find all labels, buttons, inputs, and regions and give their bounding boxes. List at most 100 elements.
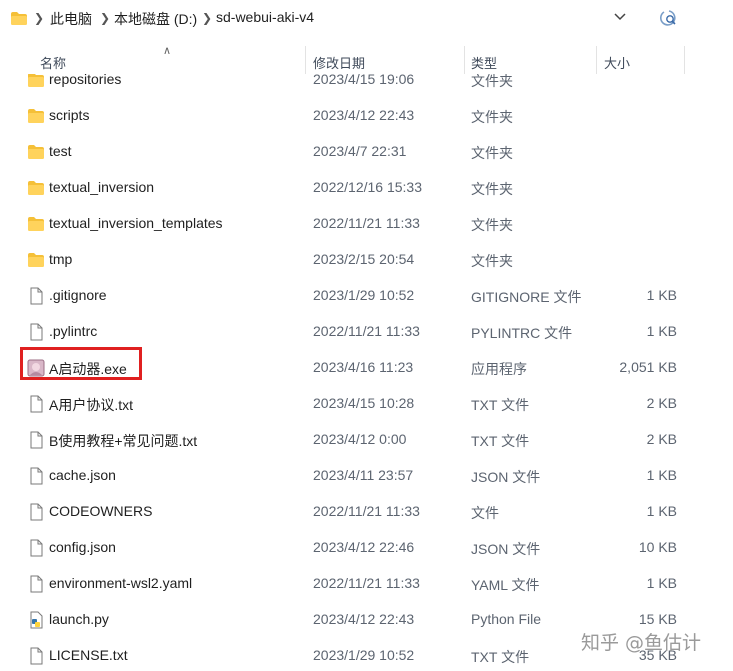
file-type: 文件夹 bbox=[471, 217, 513, 233]
file-row[interactable]: repositories 2023/4/15 19:06 文件夹 bbox=[0, 74, 733, 98]
address-bar[interactable]: ❯ 此电脑 ❯ 本地磁盘 (D:) ❯ sd-webui-aki-v4 bbox=[0, 0, 733, 38]
file-type: 文件夹 bbox=[471, 109, 513, 125]
file-icon bbox=[30, 467, 43, 485]
file-row[interactable]: A用户协议.txt 2023/4/15 10:28 TXT 文件 2 KB bbox=[0, 386, 733, 422]
file-size: 10 KB bbox=[638, 539, 677, 555]
column-divider[interactable] bbox=[684, 46, 685, 74]
breadcrumb-item-this-pc[interactable]: 此电脑 bbox=[50, 9, 92, 29]
column-header-type[interactable]: 类型 bbox=[471, 53, 497, 72]
file-size: 2 KB bbox=[646, 395, 677, 411]
file-row[interactable]: tmp 2023/2/15 20:54 文件夹 bbox=[0, 242, 733, 278]
file-type: TXT 文件 bbox=[471, 397, 530, 413]
file-type: 文件夹 bbox=[471, 181, 513, 197]
breadcrumb-item-drive-d[interactable]: 本地磁盘 (D:) bbox=[114, 9, 197, 29]
watermark: 知乎 @鱼估计 bbox=[581, 632, 702, 654]
folder-icon bbox=[28, 145, 44, 159]
file-type: TXT 文件 bbox=[471, 433, 530, 449]
file-type: Python File bbox=[471, 611, 542, 627]
file-icon bbox=[30, 539, 43, 557]
folder-icon bbox=[11, 12, 27, 25]
file-row[interactable]: scripts 2023/4/12 22:43 文件夹 bbox=[0, 98, 733, 134]
file-type: GITIGNORE 文件 bbox=[471, 289, 582, 305]
file-modified-date: 2023/4/12 0:00 bbox=[313, 431, 407, 447]
file-icon bbox=[30, 575, 43, 593]
file-modified-date: 2022/11/21 11:33 bbox=[313, 503, 420, 519]
file-modified-date: 2023/4/11 23:57 bbox=[313, 467, 414, 483]
file-name: textual_inversion bbox=[49, 179, 155, 195]
folder-icon bbox=[28, 181, 44, 195]
file-type: JSON 文件 bbox=[471, 541, 541, 557]
file-row[interactable]: cache.json 2023/4/11 23:57 JSON 文件 1 KB bbox=[0, 458, 733, 494]
file-modified-date: 2023/4/16 11:23 bbox=[313, 359, 414, 375]
highlight-box bbox=[20, 347, 142, 380]
file-size: 1 KB bbox=[646, 287, 677, 303]
folder-icon bbox=[28, 253, 44, 267]
file-name: cache.json bbox=[49, 467, 116, 483]
file-type: YAML 文件 bbox=[471, 577, 540, 593]
column-divider[interactable] bbox=[464, 46, 465, 74]
folder-icon bbox=[28, 74, 44, 87]
column-header-name[interactable]: 名称 bbox=[40, 53, 66, 72]
file-icon bbox=[30, 647, 43, 665]
file-modified-date: 2023/4/12 22:46 bbox=[313, 539, 415, 555]
file-icon bbox=[30, 323, 43, 341]
column-header-date[interactable]: 修改日期 bbox=[313, 53, 365, 72]
file-row[interactable]: B使用教程+常见问题.txt 2023/4/12 0:00 TXT 文件 2 KB bbox=[0, 422, 733, 458]
file-modified-date: 2022/11/21 11:33 bbox=[313, 575, 420, 591]
file-modified-date: 2022/11/21 11:33 bbox=[313, 215, 420, 231]
file-row[interactable]: .gitignore 2023/1/29 10:52 GITIGNORE 文件 1 K… bbox=[0, 278, 733, 314]
file-name: repositories bbox=[49, 74, 122, 87]
column-divider[interactable] bbox=[596, 46, 597, 74]
file-size: 2,051 KB bbox=[619, 359, 677, 375]
folder-icon bbox=[28, 109, 44, 123]
file-name: config.json bbox=[49, 539, 116, 555]
python-file-icon bbox=[30, 611, 43, 629]
file-name: textual_inversion_templates bbox=[49, 215, 223, 231]
file-name: CODEOWNERS bbox=[49, 503, 153, 519]
file-row[interactable]: test 2023/4/7 22:31 文件夹 bbox=[0, 134, 733, 170]
refresh-icon[interactable] bbox=[656, 5, 682, 31]
file-name: launch.py bbox=[49, 611, 109, 627]
chevron-right-icon: ❯ bbox=[34, 11, 45, 25]
file-name: environment-wsl2.yaml bbox=[49, 575, 193, 591]
file-type: 文件夹 bbox=[471, 253, 513, 269]
file-icon bbox=[30, 395, 43, 413]
chevron-right-icon: ❯ bbox=[100, 11, 111, 25]
file-modified-date: 2023/4/15 19:06 bbox=[313, 74, 415, 87]
file-modified-date: 2023/4/15 10:28 bbox=[313, 395, 415, 411]
file-row[interactable]: textual_inversion_templates 2022/11/21 11… bbox=[0, 206, 733, 242]
file-name: scripts bbox=[49, 107, 90, 123]
file-modified-date: 2023/1/29 10:52 bbox=[313, 647, 415, 663]
file-name: B使用教程+常见问题.txt bbox=[49, 433, 198, 449]
file-row[interactable]: environment-wsl2.yaml 2022/11/21 11:33 YAM… bbox=[0, 566, 733, 602]
file-size: 1 KB bbox=[646, 467, 677, 483]
file-size: 1 KB bbox=[646, 575, 677, 591]
folder-icon bbox=[28, 217, 44, 231]
sort-ascending-icon: ∧ bbox=[163, 45, 172, 57]
file-type: PYLINTRC 文件 bbox=[471, 325, 573, 341]
file-name: test bbox=[49, 143, 72, 159]
file-modified-date: 2023/4/7 22:31 bbox=[313, 143, 407, 159]
file-name: LICENSE.txt bbox=[49, 647, 128, 663]
file-row[interactable]: textual_inversion 2022/12/16 15:33 文件夹 bbox=[0, 170, 733, 206]
file-name: A用户协议.txt bbox=[49, 397, 134, 413]
file-row[interactable]: config.json 2023/4/12 22:46 JSON 文件 10 KB bbox=[0, 530, 733, 566]
file-modified-date: 2023/2/15 20:54 bbox=[313, 251, 415, 267]
file-type: 应用程序 bbox=[471, 361, 527, 377]
column-header: ∧ 名称 修改日期 类型 大小 bbox=[0, 44, 733, 74]
chevron-down-icon[interactable] bbox=[613, 9, 627, 23]
file-name: .pylintrc bbox=[49, 323, 98, 339]
file-size: 2 KB bbox=[646, 431, 677, 447]
column-divider[interactable] bbox=[305, 46, 306, 74]
breadcrumb-item-current-folder[interactable]: sd-webui-aki-v4 bbox=[216, 9, 314, 25]
file-name: tmp bbox=[49, 251, 73, 267]
file-modified-date: 2022/11/21 11:33 bbox=[313, 323, 420, 339]
column-header-size[interactable]: 大小 bbox=[604, 53, 630, 72]
file-modified-date: 2022/12/16 15:33 bbox=[313, 179, 422, 195]
file-row[interactable]: .pylintrc 2022/11/21 11:33 PYLINTRC 文件 1 KB bbox=[0, 314, 733, 350]
file-type: JSON 文件 bbox=[471, 469, 541, 485]
file-row[interactable]: CODEOWNERS 2022/11/21 11:33 文件 1 KB bbox=[0, 494, 733, 530]
chevron-right-icon: ❯ bbox=[202, 11, 213, 25]
file-type: 文件 bbox=[471, 505, 499, 521]
file-size: 1 KB bbox=[646, 503, 677, 519]
